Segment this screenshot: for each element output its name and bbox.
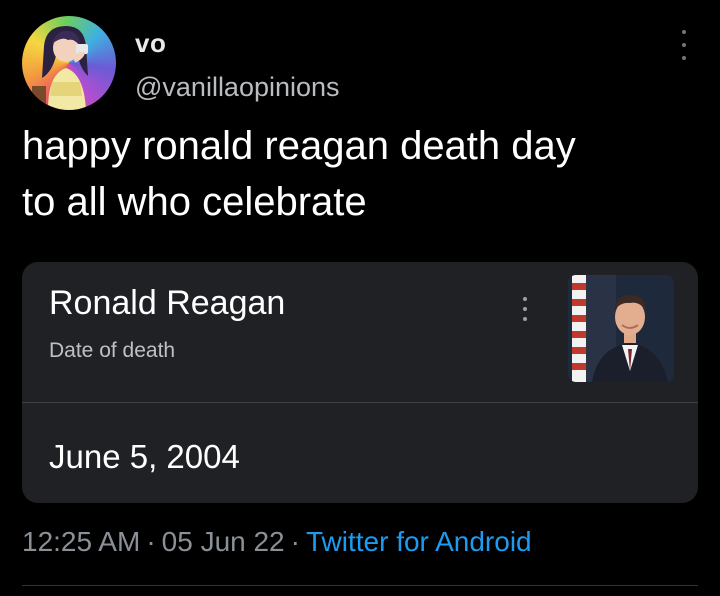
tweet-text: happy ronald reagan death day to all who… [22,118,702,230]
portrait-photo-icon [568,275,674,382]
anime-avatar-icon [32,26,88,110]
card-more-vertical-icon[interactable] [519,297,531,321]
tweet-source-link[interactable]: Twitter for Android [306,526,532,557]
meta-separator: · [146,526,156,557]
more-vertical-icon[interactable] [670,30,698,60]
author-handle[interactable]: @vanillaopinions [135,72,340,103]
tweet-time[interactable]: 12:25 AM [22,526,140,557]
card-title: Ronald Reagan [49,284,286,322]
card-value: June 5, 2004 [49,438,240,475]
tweet-text-line-1: happy ronald reagan death day [22,124,576,168]
tweet-meta: 12:25 AM · 05 Jun 22 · Twitter for Android [22,526,532,558]
knowledge-card[interactable]: Ronald Reagan Date of death June 5, 2004 [22,262,698,503]
author-display-name[interactable]: vo [135,28,166,59]
meta-separator: · [290,526,300,557]
card-divider [22,402,698,403]
tweet-text-line-2: to all who celebrate [22,180,367,224]
divider [22,585,698,586]
avatar[interactable] [22,16,116,110]
tweet-date[interactable]: 05 Jun 22 [162,526,285,557]
card-subtitle: Date of death [49,339,176,362]
